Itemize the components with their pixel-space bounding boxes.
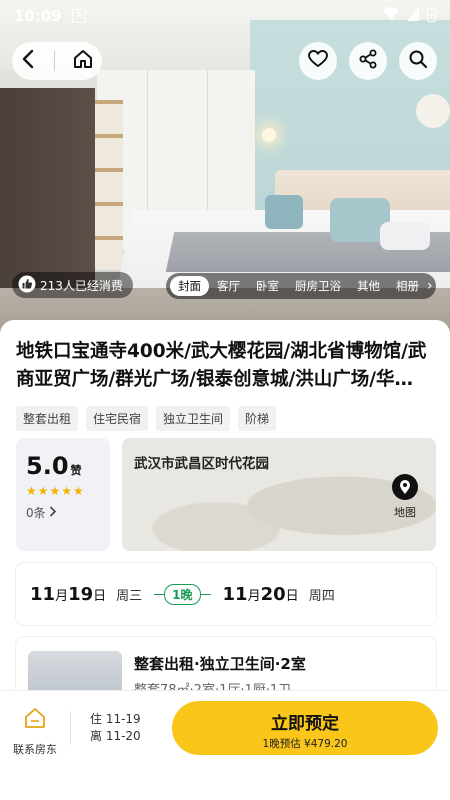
home-button[interactable] <box>73 49 93 73</box>
nav-pill <box>12 42 102 80</box>
photo-category-tabs: 封面 客厅 卧室 厨房卫浴 其他 相册 › <box>166 273 436 299</box>
book-now-button[interactable]: 立即预定 1晚预估 ¥479.20 <box>172 701 438 755</box>
favorite-button[interactable] <box>299 42 337 80</box>
book-now-label: 立即预定 <box>271 714 339 734</box>
checkin-summary: 住 11-19 <box>90 712 141 726</box>
home-icon <box>73 50 93 73</box>
listing-title-line-1: 地铁口宝通寺400米/武大樱花园/湖北省博物馆/武 <box>16 341 427 362</box>
share-icon <box>358 49 378 73</box>
chevron-left-icon <box>21 49 37 73</box>
checkin-date: 11月19日 <box>30 583 107 605</box>
contact-host-label: 联系房东 <box>13 743 57 756</box>
rating-label: 赞 <box>70 464 82 477</box>
price-estimate: 1晚预估 ¥479.20 <box>262 738 348 750</box>
review-count: 0条 <box>26 506 46 520</box>
address-text: 武汉市武昌区时代花园 <box>134 456 269 472</box>
checkout-weekday: 周四 <box>308 588 335 604</box>
tab-bedroom[interactable]: 卧室 <box>248 276 287 296</box>
tag: 独立卫生间 <box>156 406 231 431</box>
search-icon <box>408 49 428 73</box>
share-button[interactable] <box>349 42 387 80</box>
tab-living-room[interactable]: 客厅 <box>209 276 248 296</box>
battery-icon <box>427 6 436 26</box>
search-button[interactable] <box>399 42 437 80</box>
checkout-summary: 离 11-20 <box>90 729 141 743</box>
signal-icon <box>407 7 419 25</box>
wifi-icon <box>383 7 399 25</box>
tag: 住宅民宿 <box>86 406 149 431</box>
map-label: 地图 <box>394 506 416 519</box>
consumed-count-pill: 213人已经消费 <box>12 272 133 298</box>
house-icon <box>24 708 46 733</box>
tag: 阶梯 <box>238 406 277 431</box>
consumed-text: 213人已经消费 <box>40 278 123 293</box>
rating-stars: ★★★★★ <box>26 484 85 498</box>
nights-badge: 1晚 <box>164 583 201 605</box>
chevron-right-icon <box>49 506 57 520</box>
bottom-action-bar: 联系房东 住 11-19 离 11-20 立即预定 1晚预估 ¥479.20 <box>0 690 450 800</box>
stay-dates: 住 11-19 离 11-20 <box>90 711 141 745</box>
tag: 整套出租 <box>16 406 79 431</box>
listing-title-line-2: 商亚贸广场/群光广场/银泰创意城/洪山广场/华… <box>16 369 414 390</box>
date-selector[interactable]: 11月19日 周三 1晚 11月20日 周四 <box>16 563 436 625</box>
checkin-weekday: 周三 <box>116 588 143 604</box>
listing-tags: 整套出租 住宅民宿 独立卫生间 阶梯 <box>16 406 277 431</box>
contact-host-button[interactable]: 联系房东 <box>12 707 58 757</box>
nights-indicator: 1晚 <box>154 583 211 605</box>
back-button[interactable] <box>21 49 37 73</box>
tab-cover[interactable]: 封面 <box>170 276 209 296</box>
heart-icon <box>308 50 328 72</box>
status-time: 10:09 <box>14 7 62 25</box>
location-map-card[interactable]: 武汉市武昌区时代花园 地图 <box>122 438 436 551</box>
tab-other[interactable]: 其他 <box>349 276 388 296</box>
chevron-right-icon[interactable]: › <box>427 278 436 294</box>
thumbs-up-icon <box>18 275 36 296</box>
notification-badge: A <box>71 9 86 23</box>
tab-kitchen-bath[interactable]: 厨房卫浴 <box>287 276 349 296</box>
tab-album[interactable]: 相册 <box>388 276 427 296</box>
checkout-date: 11月20日 <box>222 583 299 605</box>
map-pin-icon <box>392 474 418 500</box>
rating-score: 5.0 <box>26 452 69 480</box>
room-title: 整套出租·独立卫生间·2室 <box>134 655 306 673</box>
rating-card[interactable]: 5.0 赞 ★★★★★ 0条 <box>16 438 110 551</box>
status-bar: 10:09 A <box>0 0 450 32</box>
listing-title: 地铁口宝通寺400米/武大樱花园/湖北省博物馆/武 商亚贸广场/群光广场/银泰创… <box>16 338 436 394</box>
